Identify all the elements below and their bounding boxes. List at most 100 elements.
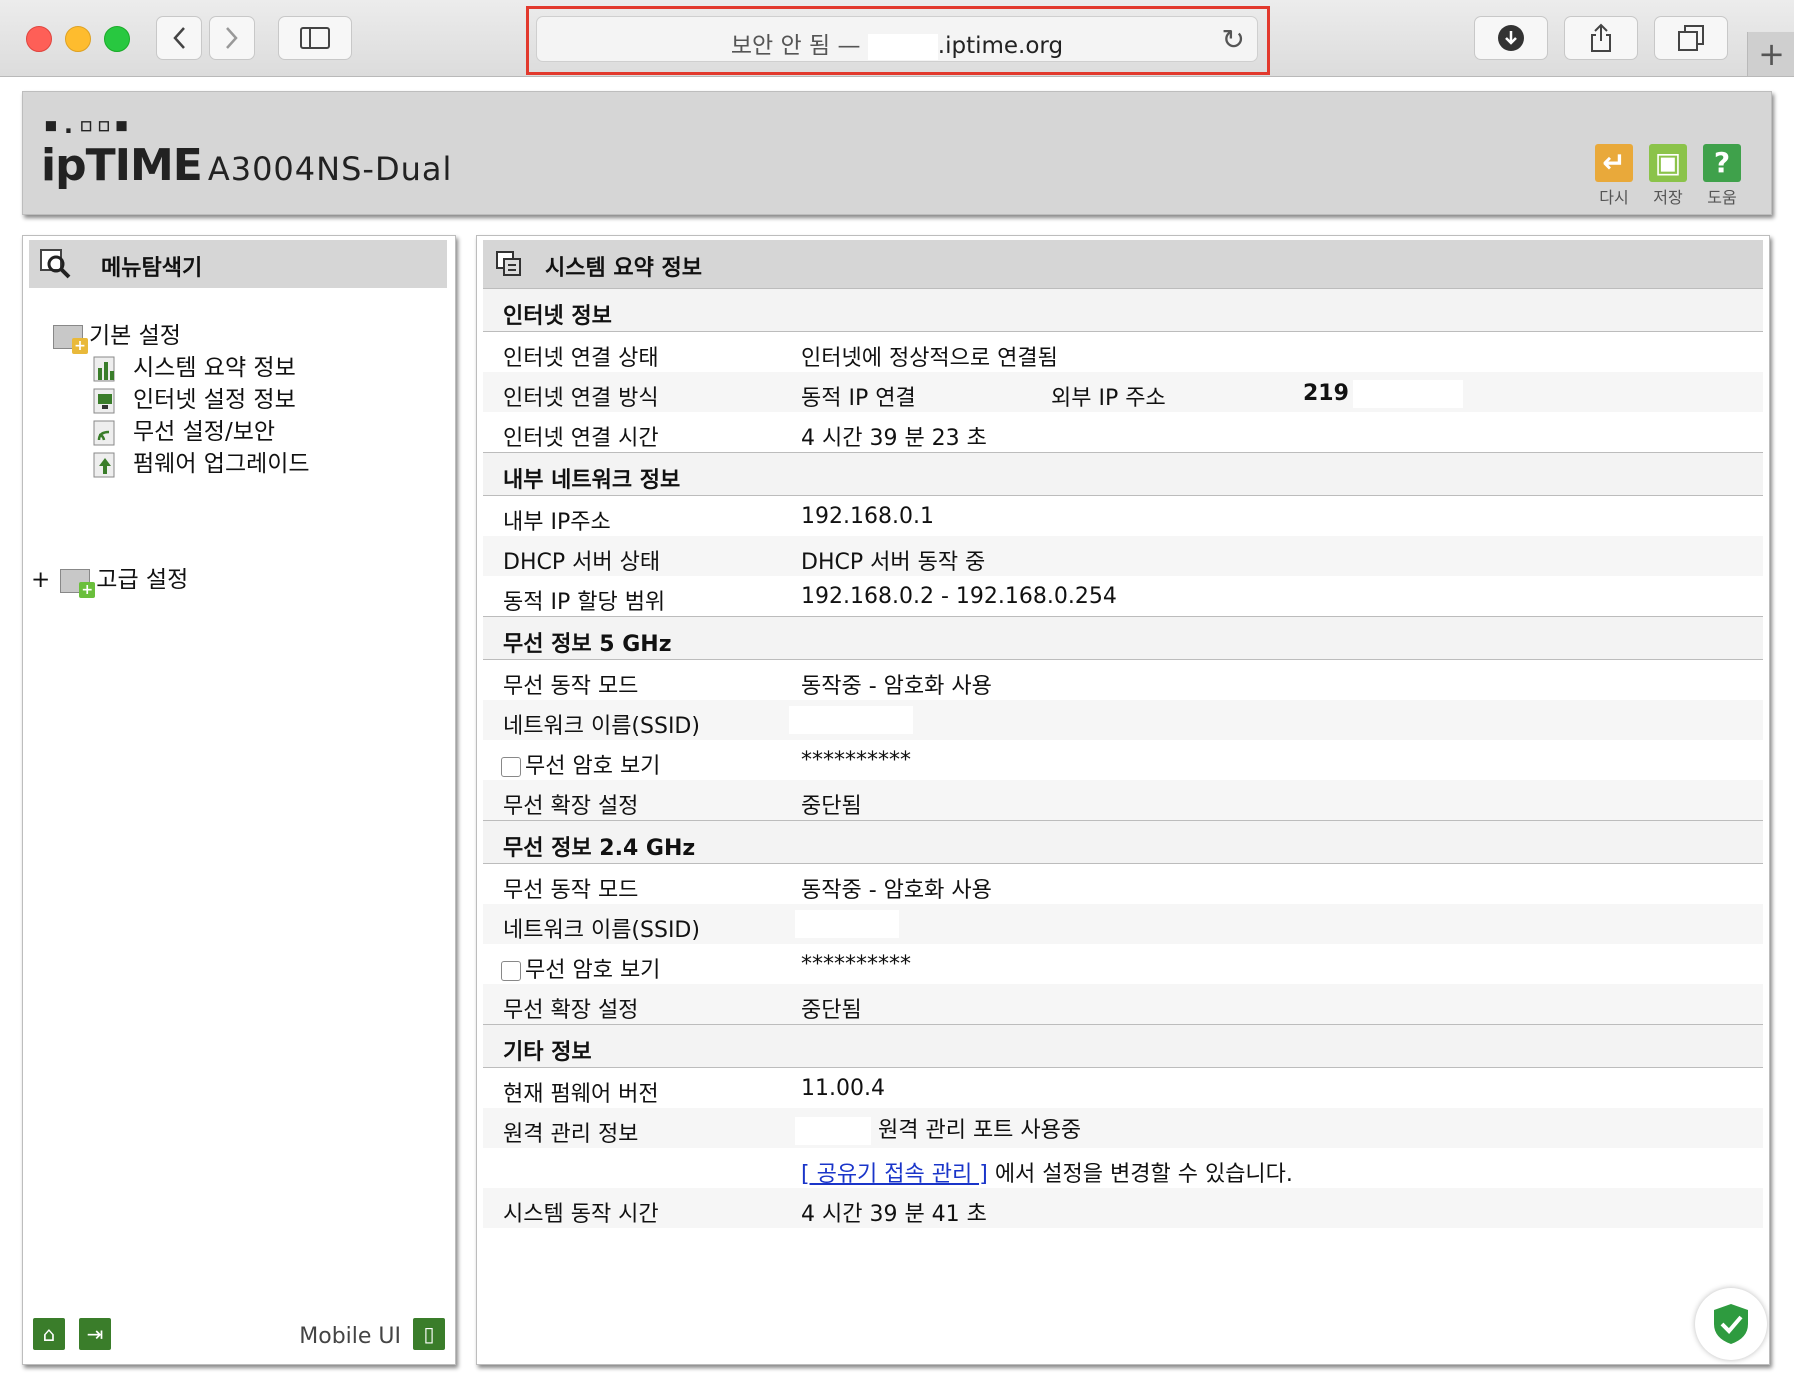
address-bar[interactable]: 보안 안 됨 — .iptime.org ↻ bbox=[536, 16, 1258, 62]
back-button[interactable] bbox=[156, 16, 202, 60]
section-header: 기타 정보 bbox=[483, 1024, 1763, 1068]
wifi-icon bbox=[93, 420, 117, 446]
row-value: 4 시간 39 분 23 초 bbox=[801, 426, 987, 451]
downloads-button[interactable] bbox=[1474, 16, 1548, 60]
row-label: DHCP 서버 상태 bbox=[503, 550, 661, 575]
row-label: 무선 확장 설정 bbox=[503, 998, 639, 1023]
table-row: 인터넷 연결 상태 인터넷에 정상적으로 연결됨 bbox=[483, 332, 1763, 372]
home-icon[interactable]: ⌂ bbox=[33, 1318, 65, 1350]
row-value: 동적 IP 연결 bbox=[801, 386, 916, 411]
summary-table: 인터넷 정보 인터넷 연결 상태 인터넷에 정상적으로 연결됨 인터넷 연결 방… bbox=[483, 288, 1763, 1228]
window-icon bbox=[496, 251, 521, 276]
save-icon: ▣ bbox=[1649, 144, 1687, 182]
new-tab-button[interactable]: + bbox=[1747, 32, 1794, 76]
zoom-window-button[interactable] bbox=[104, 26, 130, 52]
save-label: 저장 bbox=[1653, 188, 1683, 207]
row-value: ********** bbox=[801, 748, 911, 773]
row-label: 네트워크 이름(SSID) bbox=[503, 714, 700, 739]
address-text: 보안 안 됨 — .iptime.org bbox=[537, 26, 1257, 60]
menu-advanced-settings[interactable]: + + 고급 설정 bbox=[31, 560, 189, 598]
menu-item-wireless-security[interactable]: 무선 설정/보안 bbox=[93, 412, 275, 446]
row-label: 무선 확장 설정 bbox=[503, 794, 639, 819]
redacted-ssid bbox=[789, 706, 913, 734]
logout-icon[interactable]: ⇥ bbox=[79, 1318, 111, 1350]
menu-item-label: 시스템 요약 정보 bbox=[133, 355, 296, 381]
external-ip-text: 219 bbox=[1303, 381, 1349, 406]
row-label: 무선 암호 보기 bbox=[499, 952, 660, 984]
menu-explorer: 메뉴탐색기 + 기본 설정 시스템 요약 정보 인터넷 설정 정보 무선 설정/보… bbox=[22, 235, 456, 1365]
help-button[interactable]: ? 도움 bbox=[1699, 144, 1745, 208]
panel-header: 시스템 요약 정보 bbox=[483, 240, 1763, 288]
mobile-icon[interactable]: ▯ bbox=[413, 1318, 445, 1350]
row-value bbox=[789, 706, 913, 734]
table-row: 무선 확장 설정 중단됨 bbox=[483, 984, 1763, 1024]
sidebar-toggle-button[interactable] bbox=[278, 16, 352, 60]
row-value: 192.168.0.1 bbox=[801, 504, 934, 529]
row-value: 인터넷에 정상적으로 연결됨 bbox=[801, 346, 1058, 371]
table-row: 무선 암호 보기 ********** bbox=[483, 944, 1763, 984]
row-value: 4 시간 39 분 41 초 bbox=[801, 1202, 987, 1227]
close-window-button[interactable] bbox=[26, 26, 52, 52]
table-row: DHCP 서버 상태 DHCP 서버 동작 중 bbox=[483, 536, 1763, 576]
save-button[interactable]: ▣ 저장 bbox=[1645, 144, 1691, 208]
logo-brand: ipTIME bbox=[41, 140, 203, 191]
row-value: DHCP 서버 동작 중 bbox=[801, 550, 986, 575]
row-label: 인터넷 연결 시간 bbox=[503, 426, 659, 451]
redacted-ip bbox=[1352, 380, 1463, 408]
link-suffix: 에서 설정을 변경할 수 있습니다. bbox=[987, 1162, 1293, 1187]
row-label: 현재 펌웨어 버전 bbox=[503, 1082, 659, 1107]
row-value: ********** bbox=[801, 952, 911, 977]
menu-item-internet-settings[interactable]: 인터넷 설정 정보 bbox=[93, 380, 296, 414]
folder-icon: + bbox=[53, 324, 88, 354]
router-page: ▪.▫▫▪ ipTIME A3004NS-Dual ↵ 다시 ▣ 저장 ? 도움 … bbox=[0, 77, 1794, 1384]
section-title: 인터넷 정보 bbox=[503, 304, 612, 329]
section-header: 무선 정보 5 GHz bbox=[483, 616, 1763, 660]
table-row: 네트워크 이름(SSID) bbox=[483, 904, 1763, 944]
redacted-ssid bbox=[795, 910, 899, 938]
menu-item-firmware-upgrade[interactable]: 펌웨어 업그레이드 bbox=[93, 444, 310, 478]
logo-dots: ▪.▫▫▪ bbox=[43, 110, 132, 140]
menu-item-system-summary[interactable]: 시스템 요약 정보 bbox=[93, 348, 296, 382]
minimize-window-button[interactable] bbox=[65, 26, 91, 52]
forward-button[interactable] bbox=[209, 16, 255, 60]
shield-check-icon[interactable] bbox=[1695, 1288, 1767, 1360]
table-row: 네트워크 이름(SSID) bbox=[483, 700, 1763, 740]
expand-icon[interactable]: + bbox=[31, 567, 50, 593]
row-value bbox=[795, 910, 899, 938]
table-row: 무선 동작 모드 동작중 - 암호화 사용 bbox=[483, 660, 1763, 700]
row-value: 동작중 - 암호화 사용 bbox=[801, 674, 992, 699]
chart-icon bbox=[93, 356, 117, 382]
table-row: 동적 IP 할당 범위 192.168.0.2 - 192.168.0.254 bbox=[483, 576, 1763, 616]
row-label: 네트워크 이름(SSID) bbox=[503, 918, 700, 943]
router-access-link[interactable]: [ 공유기 접속 관리 ] bbox=[801, 1162, 988, 1187]
sidebar-footer: ⌂ ⇥ Mobile UI ▯ bbox=[33, 1318, 445, 1354]
remote-status: 원격 관리 포트 사용중 bbox=[878, 1118, 1082, 1143]
reload-icon[interactable]: ↻ bbox=[1222, 23, 1245, 56]
row-value: [ 공유기 접속 관리 ] 에서 설정을 변경할 수 있습니다. bbox=[801, 1156, 1293, 1188]
share-button[interactable] bbox=[1564, 16, 1638, 60]
undo-icon: ↵ bbox=[1595, 144, 1633, 182]
menu-item-label: 인터넷 설정 정보 bbox=[133, 387, 296, 413]
row-label: 무선 암호 보기 bbox=[499, 748, 660, 780]
mobile-ui-link[interactable]: Mobile UI bbox=[299, 1324, 401, 1349]
row-label: 원격 관리 정보 bbox=[503, 1122, 639, 1147]
share-icon bbox=[1591, 23, 1611, 52]
row-label: 동적 IP 할당 범위 bbox=[503, 590, 666, 615]
row-label: 무선 동작 모드 bbox=[503, 674, 639, 699]
menu-basic-settings[interactable]: + 기본 설정 bbox=[53, 316, 181, 354]
iptime-logo: ipTIME A3004NS-Dual bbox=[41, 140, 452, 191]
menu-advanced-label: 고급 설정 bbox=[96, 567, 189, 593]
show-password-checkbox[interactable] bbox=[501, 961, 521, 981]
table-row: 무선 동작 모드 동작중 - 암호화 사용 bbox=[483, 864, 1763, 904]
upgrade-icon bbox=[93, 452, 117, 478]
row-label: 무선 동작 모드 bbox=[503, 878, 639, 903]
address-domain: .iptime.org bbox=[937, 33, 1064, 59]
reload-settings-button[interactable]: ↵ 다시 bbox=[1591, 144, 1637, 208]
row-value: 동작중 - 암호화 사용 bbox=[801, 878, 992, 903]
row-label: 인터넷 연결 상태 bbox=[503, 346, 659, 371]
section-title: 기타 정보 bbox=[503, 1040, 592, 1065]
show-password-checkbox[interactable] bbox=[501, 757, 521, 777]
row-value: 중단됨 bbox=[801, 794, 862, 819]
tabs-overview-button[interactable] bbox=[1654, 16, 1728, 60]
section-title: 무선 정보 2.4 GHz bbox=[503, 836, 696, 861]
